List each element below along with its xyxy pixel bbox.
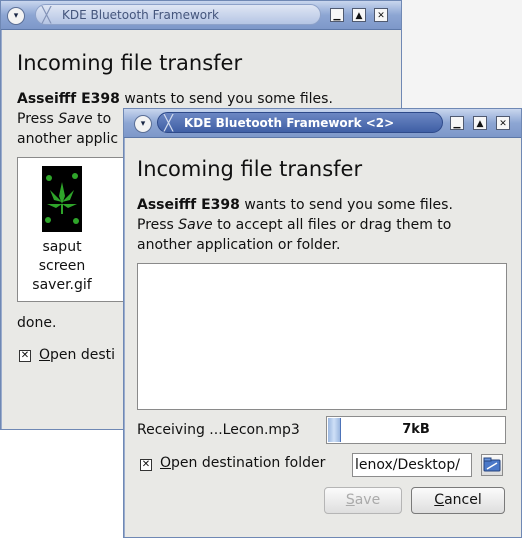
open-destination-label[interactable]: Open destination folder xyxy=(160,455,325,471)
window-menu-icon[interactable]: ▾ xyxy=(134,115,152,133)
file-item[interactable]: saput screen saver.gif xyxy=(18,158,128,301)
kde-logo-icon: ╳ xyxy=(42,6,52,24)
cancel-button[interactable]: Cancel xyxy=(411,487,505,514)
save-button[interactable]: Save xyxy=(324,487,402,514)
window-title[interactable]: ╳ KDE Bluetooth Framework <2> xyxy=(157,112,443,133)
status-text: done. xyxy=(17,315,57,331)
receiving-label: Receiving ...Lecon.mp3 xyxy=(137,422,300,438)
cannabis-leaf-icon xyxy=(42,166,82,232)
transfer-progress-bar: 7kB xyxy=(326,416,506,444)
destination-path-field[interactable]: lenox/Desktop/ xyxy=(352,453,472,477)
title-bar[interactable]: ▾ ╳ KDE Bluetooth Framework <2> ▁ ▲ ✕ xyxy=(124,109,521,138)
device-name: Asseifff E398 xyxy=(137,197,240,213)
close-button[interactable]: ✕ xyxy=(496,116,510,130)
dialog-heading: Incoming file transfer xyxy=(137,157,363,181)
open-destination-checkbox[interactable]: ✕ xyxy=(140,459,152,471)
device-name: Asseifff E398 xyxy=(17,91,120,107)
close-button[interactable]: ✕ xyxy=(374,8,388,22)
file-list[interactable]: saput screen saver.gif xyxy=(17,157,129,302)
file-name: saput screen saver.gif xyxy=(32,239,92,293)
window-title-text: KDE Bluetooth Framework xyxy=(62,8,220,22)
progress-text: 7kB xyxy=(402,422,430,437)
maximize-button[interactable]: ▲ xyxy=(352,8,366,22)
transfer-description: Asseifff E398 wants to send you some fil… xyxy=(137,197,453,253)
title-bar[interactable]: ▾ ╳ KDE Bluetooth Framework ▁ ▲ ✕ xyxy=(1,1,401,30)
maximize-button[interactable]: ▲ xyxy=(473,116,487,130)
window-menu-icon[interactable]: ▾ xyxy=(7,7,25,25)
open-destination-checkbox[interactable]: ✕ xyxy=(19,350,31,362)
window-title[interactable]: ╳ KDE Bluetooth Framework xyxy=(35,4,321,25)
dialog-heading: Incoming file transfer xyxy=(17,51,243,75)
window-title-text: KDE Bluetooth Framework <2> xyxy=(184,116,395,130)
file-list[interactable] xyxy=(137,263,507,410)
browse-folder-button[interactable] xyxy=(481,454,503,476)
desktop-background xyxy=(400,0,522,110)
folder-icon xyxy=(483,457,501,472)
minimize-button[interactable]: ▁ xyxy=(330,8,344,22)
kde-logo-icon: ╳ xyxy=(164,114,174,132)
minimize-button[interactable]: ▁ xyxy=(450,116,464,130)
open-destination-label[interactable]: Open desti xyxy=(39,347,115,363)
transfer-window-active[interactable]: ▾ ╳ KDE Bluetooth Framework <2> ▁ ▲ ✕ In… xyxy=(123,108,522,538)
